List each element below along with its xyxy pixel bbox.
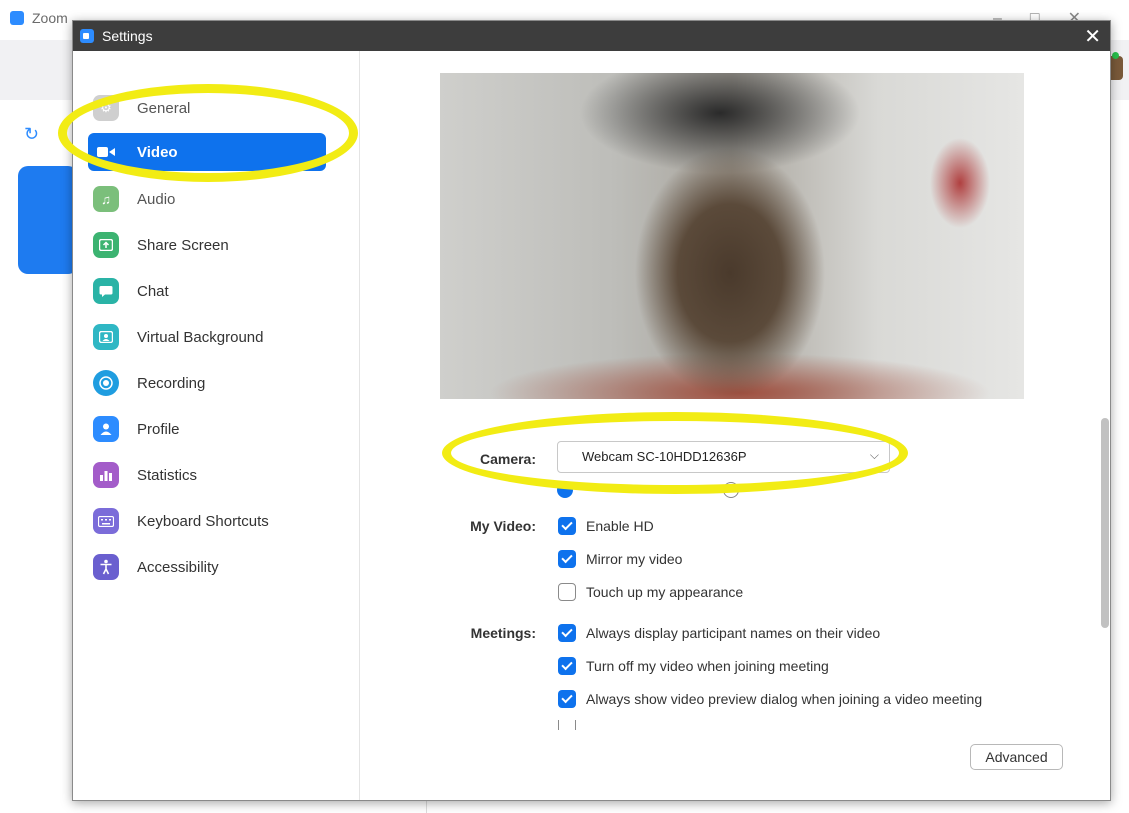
sidebar-item-label: Keyboard Shortcuts (137, 512, 269, 530)
sidebar-item-label: Statistics (137, 466, 198, 484)
checkbox[interactable] (558, 690, 576, 708)
checkbox-label: Always display participant names on thei… (586, 625, 881, 641)
checkbox-label: Always show video preview dialog when jo… (586, 691, 983, 707)
virtual-background-icon (93, 324, 119, 350)
sidebar-item-label: General (137, 99, 191, 117)
touch-up-appearance-checkbox[interactable]: Touch up my appearance (558, 581, 743, 603)
camera-select[interactable]: Webcam SC-10HDD12636P ⌵ (557, 441, 890, 473)
radio-button[interactable] (557, 482, 573, 498)
video-settings-panel: Camera: Webcam SC-10HDD12636P ⌵ My Video… (360, 51, 1110, 800)
sidebar-item-label: Share Screen (137, 236, 229, 254)
checkbox[interactable] (558, 657, 576, 675)
person-icon (93, 416, 119, 442)
video-camera-icon (93, 139, 119, 165)
cut-off-checkbox[interactable] (558, 720, 576, 730)
sidebar-item-recording[interactable]: Recording (88, 364, 326, 402)
camera-preview (440, 73, 1024, 399)
display-names-checkbox[interactable]: Always display participant names on thei… (558, 622, 880, 644)
bar-chart-icon (93, 462, 119, 488)
camera-label: Camera: (479, 451, 536, 467)
main-window-title: Zoom (32, 10, 68, 26)
scrollbar-thumb[interactable] (1101, 418, 1109, 628)
headphones-icon: ♫ (93, 186, 119, 212)
sidebar-item-keyboard-shortcuts[interactable]: Keyboard Shortcuts (88, 502, 326, 540)
sidebar-item-chat[interactable]: Chat (88, 272, 326, 310)
share-screen-icon (93, 232, 119, 258)
sidebar-item-video[interactable]: Video (88, 133, 326, 171)
aspect-ratio-options[interactable] (557, 478, 857, 498)
close-icon[interactable]: ✕ (1084, 24, 1101, 49)
sidebar-item-share-screen[interactable]: Share Screen (88, 226, 326, 264)
sidebar-item-label: Virtual Background (137, 328, 264, 346)
checkbox[interactable] (558, 583, 576, 601)
new-meeting-card[interactable] (18, 166, 78, 274)
keyboard-icon (93, 508, 119, 534)
dialog-title: Settings (102, 28, 153, 44)
sidebar-item-statistics[interactable]: Statistics (88, 456, 326, 494)
dialog-titlebar: Settings ✕ (73, 21, 1110, 51)
sidebar-item-virtual-background[interactable]: Virtual Background (88, 318, 326, 356)
settings-sidebar: ⚙ General ♫ Audio Video Share Screen Cha… (73, 51, 360, 800)
checkbox[interactable] (558, 517, 576, 535)
checkbox-label: Touch up my appearance (586, 584, 744, 600)
sidebar-item-label: Chat (137, 282, 169, 300)
settings-dialog: Settings ✕ ⚙ General ♫ Audio Video Share… (72, 20, 1111, 801)
sidebar-item-audio[interactable]: ♫ Audio (88, 180, 326, 218)
chevron-down-icon: ⌵ (869, 448, 879, 462)
my-video-label: My Video: (470, 518, 536, 534)
meetings-label: Meetings: (470, 625, 536, 641)
checkbox[interactable] (558, 720, 576, 730)
record-icon (93, 370, 119, 396)
checkbox[interactable] (558, 550, 576, 568)
sidebar-item-accessibility[interactable]: Accessibility (88, 548, 326, 586)
video-preview-dialog-checkbox[interactable]: Always show video preview dialog when jo… (558, 688, 982, 710)
mirror-video-checkbox[interactable]: Mirror my video (558, 548, 682, 570)
zoom-logo-icon (80, 29, 94, 43)
checkbox-label: Turn off my video when joining meeting (586, 658, 829, 674)
refresh-icon[interactable]: ↻ (24, 124, 39, 145)
checkbox-label: Mirror my video (586, 551, 683, 567)
advanced-button[interactable]: Advanced (970, 744, 1063, 770)
chat-bubble-icon (93, 278, 119, 304)
enable-hd-checkbox[interactable]: Enable HD (558, 515, 654, 537)
checkbox[interactable] (558, 624, 576, 642)
sidebar-item-profile[interactable]: Profile (88, 410, 326, 448)
checkbox-label: Enable HD (586, 518, 654, 534)
sidebar-item-label: Accessibility (137, 558, 219, 576)
turn-off-video-checkbox[interactable]: Turn off my video when joining meeting (558, 655, 829, 677)
sidebar-item-label: Profile (137, 420, 180, 438)
radio-button[interactable] (723, 482, 739, 498)
zoom-app-icon (10, 11, 24, 25)
sidebar-item-label: Audio (137, 190, 176, 208)
sidebar-item-label: Recording (137, 374, 206, 392)
status-dot (1112, 52, 1119, 59)
sidebar-item-general[interactable]: ⚙ General (88, 89, 326, 127)
gear-icon: ⚙ (93, 95, 119, 121)
camera-select-value: Webcam SC-10HDD12636P (582, 449, 747, 464)
sidebar-item-label: Video (137, 143, 178, 161)
accessibility-icon (93, 554, 119, 580)
